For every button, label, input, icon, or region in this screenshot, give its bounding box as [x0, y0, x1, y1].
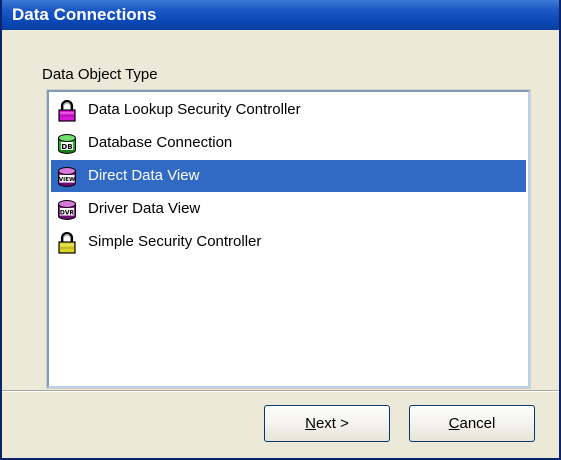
padlock-yellow-icon	[58, 232, 76, 254]
list-item-simple-security-controller[interactable]: Simple Security Controller	[51, 226, 526, 258]
data-object-type-label: Data Object Type	[42, 66, 158, 83]
data-connections-dialog: Data Connections Data Object Type Data L…	[0, 0, 561, 460]
cancel-mnemonic: C	[448, 415, 460, 432]
list-item-data-lookup-security-controller[interactable]: Data Lookup Security Controller	[51, 94, 526, 126]
next-mnemonic: N	[305, 415, 316, 432]
view-badge-text: VIEW	[59, 177, 75, 183]
next-label-rest: ext >	[315, 415, 349, 432]
next-button[interactable]: Next >	[264, 405, 390, 442]
list-item-direct-data-view[interactable]: VIEW Direct Data View	[51, 160, 526, 192]
list-item-label: Direct Data View	[88, 167, 200, 184]
list-item-driver-data-view[interactable]: DVR Driver Data View	[51, 193, 526, 225]
cancel-label-rest: ancel	[459, 415, 496, 432]
dvr-badge-text: DVR	[60, 209, 75, 216]
data-object-type-list[interactable]: Data Lookup Security Controller DB Datab…	[46, 89, 531, 389]
database-db-icon: DB	[58, 134, 76, 154]
padlock-magenta-icon	[58, 100, 76, 122]
list-item-label: Data Lookup Security Controller	[88, 101, 301, 118]
title-bar[interactable]: Data Connections	[2, 0, 559, 30]
db-badge-text: DB	[61, 143, 72, 151]
list-item-database-connection[interactable]: DB Database Connection	[51, 127, 526, 159]
dialog-content: Data Object Type Data Lookup Security Co…	[2, 30, 559, 389]
list-item-label: Driver Data View	[88, 200, 201, 217]
window-title: Data Connections	[12, 5, 157, 24]
list-item-label: Simple Security Controller	[88, 233, 262, 250]
cancel-button[interactable]: Cancel	[409, 405, 535, 442]
dvr-icon: DVR	[58, 200, 76, 220]
view-icon: VIEW	[58, 167, 76, 187]
dialog-footer: Next > Cancel	[2, 392, 559, 458]
list-item-label: Database Connection	[88, 134, 233, 151]
